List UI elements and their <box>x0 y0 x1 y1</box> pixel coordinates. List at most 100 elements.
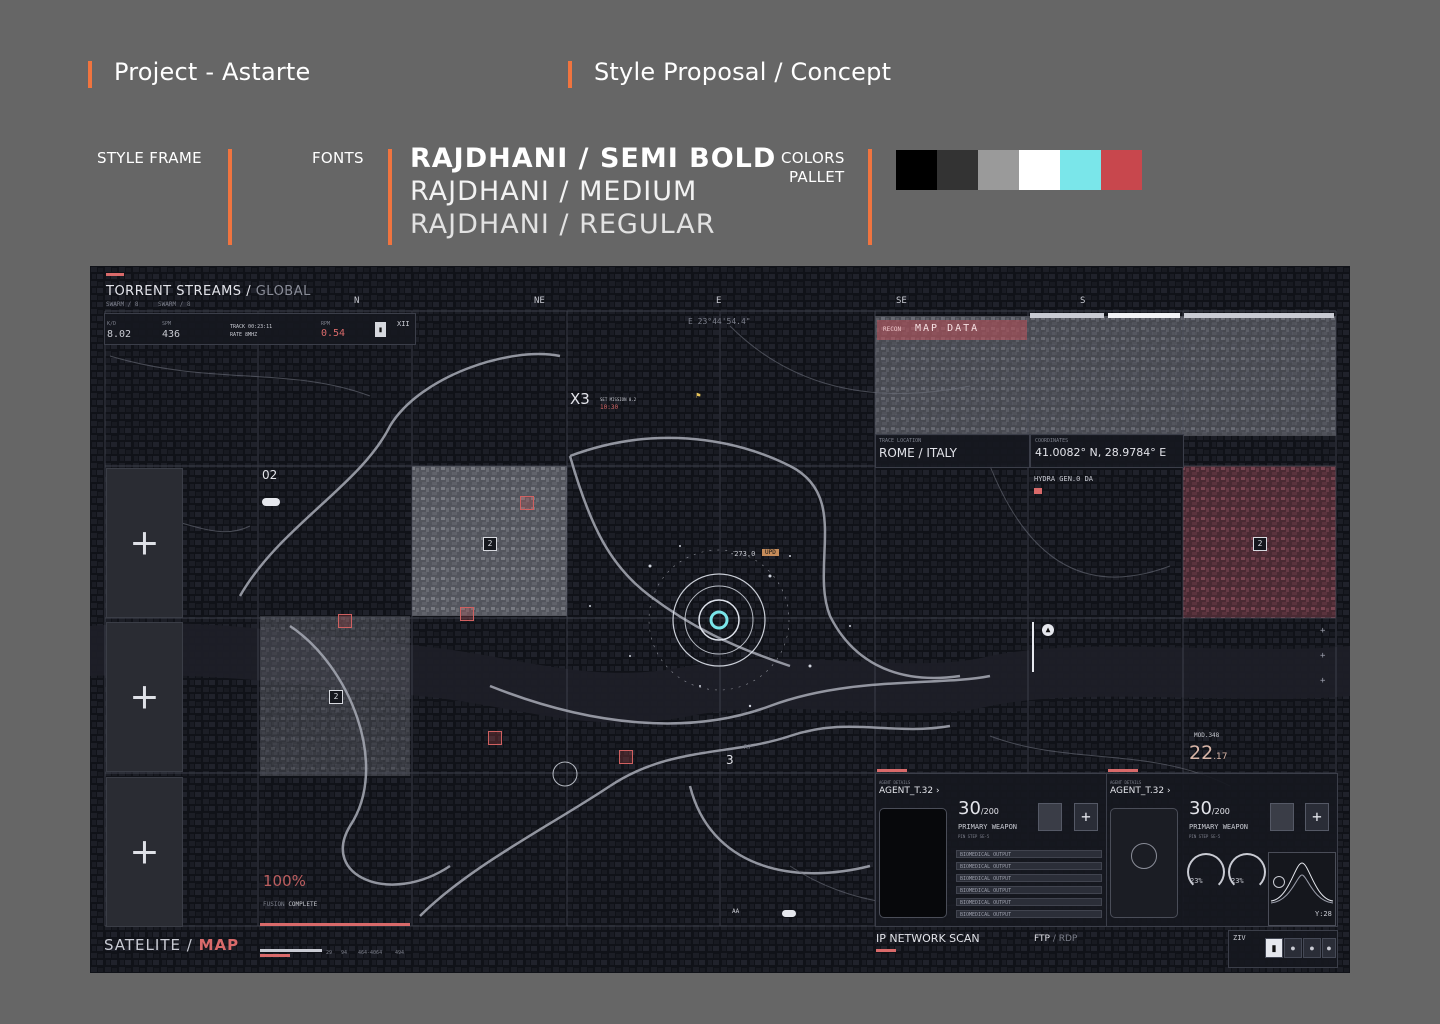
alert-marker-3[interactable] <box>338 614 352 628</box>
colors-divider <box>868 149 872 245</box>
ip-scan-label: IP NETWORK SCAN <box>876 932 980 945</box>
trace-location-value: ROME / ITALY <box>879 446 957 460</box>
agent-2-add-button[interactable]: + <box>1305 803 1329 831</box>
add-slot-3[interactable]: + <box>106 777 183 927</box>
ftp-rdp-label: FTP / RDP <box>1034 934 1077 944</box>
agent-1-name[interactable]: AGENT_T.32 › <box>879 786 940 796</box>
x3-sub: SET MISSION 0.2 <box>600 397 637 402</box>
map-title-slash: / <box>246 284 256 299</box>
gauge-1 <box>1187 853 1225 891</box>
output-row: BIOMEDICAL OUTPUT <box>956 850 1102 858</box>
rdp-label: RDP <box>1058 934 1078 944</box>
track-label: TRACK 00:23:11 <box>230 324 273 330</box>
header-accent-bar-left <box>88 61 92 88</box>
rpm-value: 0.54 <box>321 328 346 339</box>
color-swatch <box>1101 150 1142 190</box>
font-sample-semibold: RAJDHANI / SEMI BOLD <box>410 143 777 174</box>
ftp-label: FTP <box>1034 934 1050 944</box>
add-slot-1[interactable]: + <box>106 468 183 618</box>
output-row: BIOMEDICAL OUTPUT <box>956 874 1102 882</box>
color-swatch <box>896 150 937 190</box>
trace-location-label: TRACE LOCATION <box>879 438 922 444</box>
sat-tab-1[interactable] <box>1030 313 1104 318</box>
agent-1-details-label: AGENT DETAILS <box>879 780 911 785</box>
agent-1-weapon-sub: PIN STEP SE-5 <box>958 834 990 839</box>
mod-value-decimal: .17 <box>1213 752 1228 762</box>
lock-icon-3[interactable]: ● <box>1322 938 1336 958</box>
x3-time: 10:30 <box>600 404 619 411</box>
toggle-pill[interactable] <box>262 498 280 506</box>
fusion-percent: 100% <box>263 872 306 890</box>
add-slot-2[interactable]: + <box>106 622 183 772</box>
style-frame-divider <box>228 149 232 245</box>
bookmark-icon[interactable]: ▮ <box>375 322 386 337</box>
bottom-number-1: 29 <box>326 950 333 956</box>
aa-label: AA <box>732 908 740 915</box>
agent-1-add-button[interactable]: + <box>1074 803 1098 831</box>
toggle-switch[interactable] <box>782 910 796 917</box>
spm-label: SPM <box>162 321 172 327</box>
pallet-label: PALLET <box>789 168 845 186</box>
fusion-label: FUSION COMPLETE <box>263 901 317 908</box>
agent-1-accent <box>877 769 907 772</box>
sector-marker-2b[interactable]: 2 <box>329 690 343 704</box>
proposal-title: Style Proposal / Concept <box>594 58 892 86</box>
zoom-mid-button[interactable]: + <box>1320 651 1325 661</box>
sector-02-label: 02 <box>262 468 278 482</box>
map-header-accent <box>106 273 124 276</box>
mod-label: MOD.348 <box>1194 732 1220 739</box>
agent-2-weapon: PRIMARY WEAPON <box>1189 823 1249 831</box>
add-icon: + <box>129 522 160 564</box>
bottom-slider[interactable] <box>260 949 322 952</box>
compass-e: E <box>716 296 722 306</box>
agent-2-weapon-sub: PIN STEP SE-5 <box>1189 834 1221 839</box>
agent-2-name[interactable]: AGENT_T.32 › <box>1110 786 1171 796</box>
zoom-out-button[interactable]: + <box>1320 676 1325 686</box>
lock-icon-2[interactable]: ● <box>1303 938 1321 958</box>
fusion-progress-bar <box>260 923 410 926</box>
r7-label: R7 <box>744 744 752 751</box>
bookmark-button[interactable]: ▮ <box>1265 938 1283 958</box>
compass-ne: NE <box>534 296 545 306</box>
compass-s: S <box>1080 296 1086 306</box>
y-value: Y:28 <box>1315 910 1332 918</box>
radar-icon <box>1273 876 1285 888</box>
compass-se: SE <box>896 296 907 306</box>
x3-label: X3 <box>570 390 590 408</box>
rpm-label: RPM <box>321 321 331 327</box>
flag-icon: ⚑ <box>696 391 701 400</box>
sat-tab-3[interactable] <box>1184 313 1334 318</box>
alert-marker-1[interactable] <box>520 496 534 510</box>
coordinates-label: COORDINATES <box>1035 438 1069 444</box>
agent-1-weapon-icon[interactable] <box>1038 803 1062 831</box>
lock-icon-1[interactable]: ● <box>1284 938 1302 958</box>
sat-tab-2[interactable] <box>1108 313 1180 318</box>
compass-n: N <box>354 296 360 306</box>
upd-badge: UPD <box>762 549 779 556</box>
alert-marker-4[interactable] <box>488 731 502 745</box>
location-pin-icon[interactable]: ▲ <box>1042 624 1054 636</box>
output-row: BIOMEDICAL OUTPUT <box>956 910 1102 918</box>
agent-1-portrait <box>879 808 947 918</box>
depth-label: -273.0 <box>730 550 756 558</box>
color-swatch <box>937 150 978 190</box>
agent-2-ammo: 30/200 <box>1189 798 1230 819</box>
agent-2-weapon-icon[interactable] <box>1270 803 1294 831</box>
color-swatch <box>1060 150 1101 190</box>
sector-marker-2c[interactable]: 2 <box>1253 537 1267 551</box>
output-row: BIOMEDICAL OUTPUT <box>956 886 1102 894</box>
zoom-in-button[interactable]: + <box>1320 626 1325 636</box>
map-title-small-1: SWARM / 8 <box>106 301 139 308</box>
hydra-flag-icon <box>1034 488 1042 494</box>
bottom-number-4: 494 <box>395 950 405 956</box>
alert-marker-5[interactable] <box>619 750 633 764</box>
ip-scan-accent <box>876 949 896 952</box>
mod-value: 22.17 <box>1189 742 1228 764</box>
output-row: BIOMEDICAL OUTPUT <box>956 898 1102 906</box>
spm-value: 436 <box>162 329 181 340</box>
alert-marker-2[interactable] <box>460 607 474 621</box>
satelite-slash: / <box>186 936 199 954</box>
map-title-small-2: SWARM / 8 <box>158 301 191 308</box>
gauge-2 <box>1228 853 1266 891</box>
sector-marker-2a[interactable]: 2 <box>483 537 497 551</box>
